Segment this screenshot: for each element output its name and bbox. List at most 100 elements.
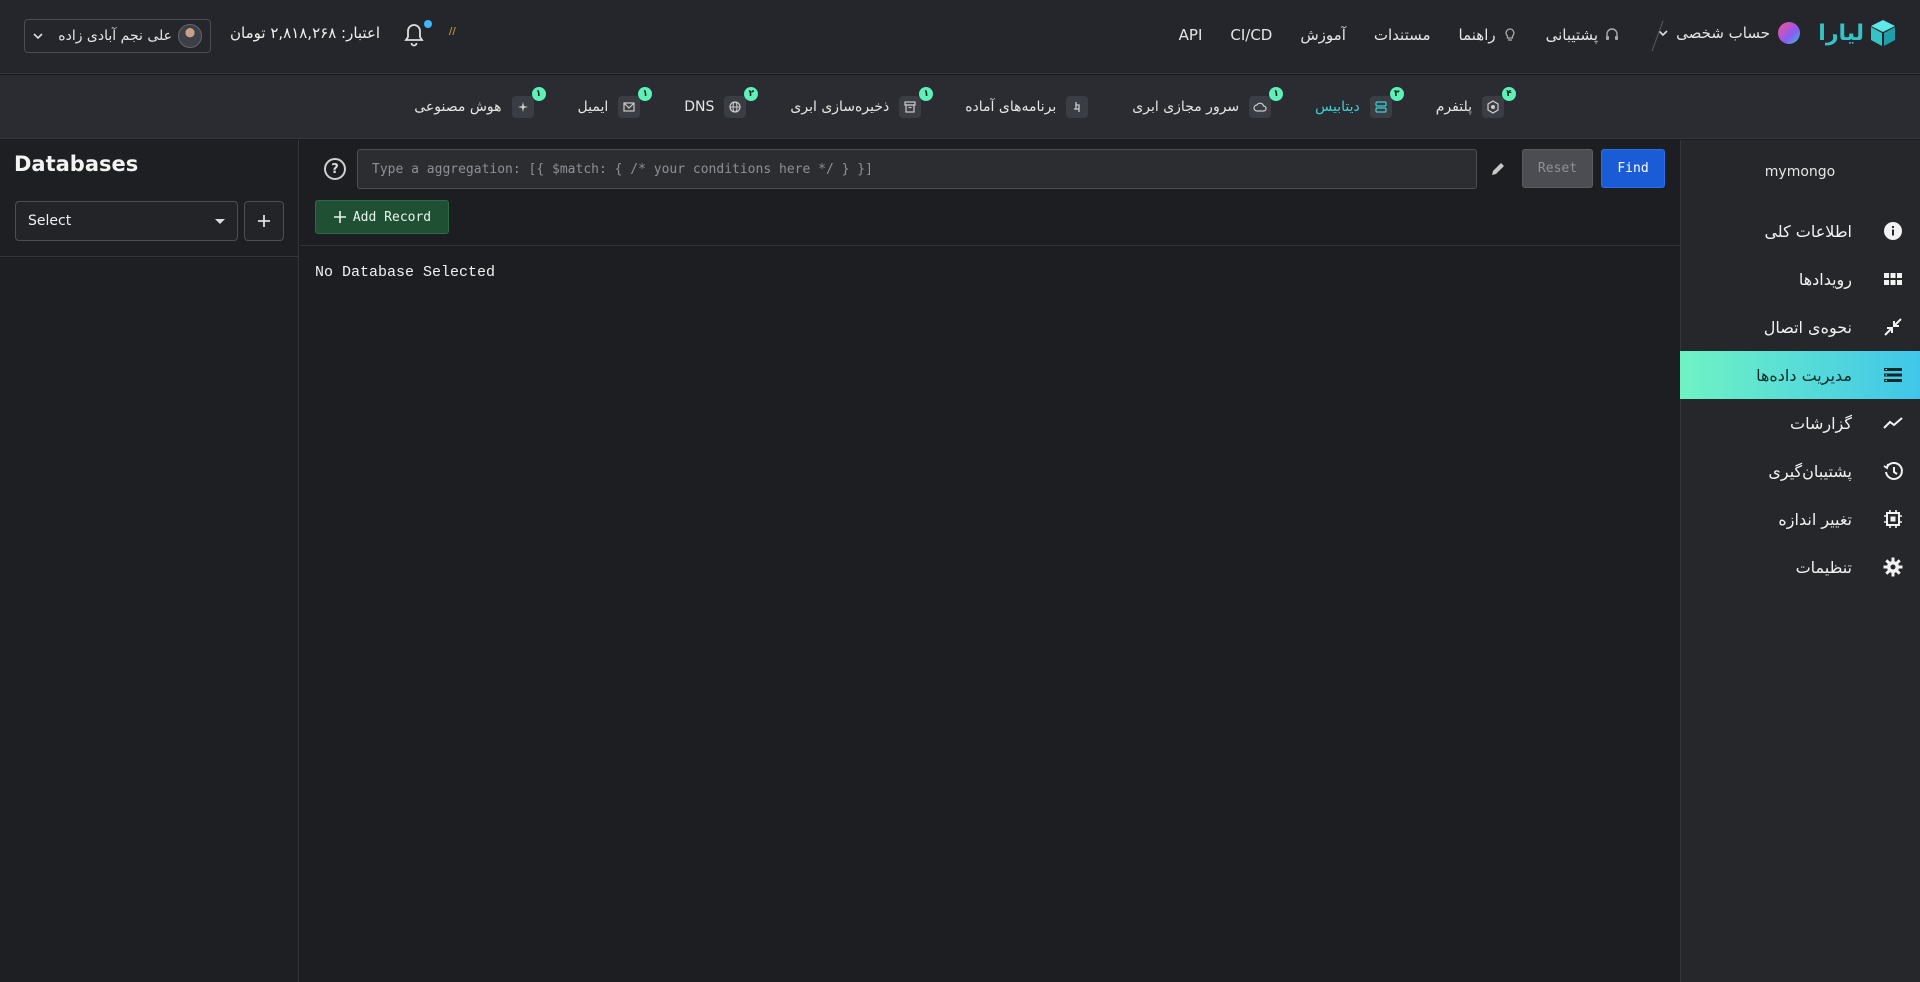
service-platform[interactable]: ۴ پلتفرم	[1435, 87, 1516, 118]
info-icon	[1884, 222, 1902, 240]
service-badge: ۱	[919, 87, 934, 101]
nav-guide[interactable]: راهنما	[1459, 26, 1518, 44]
databases-panel: Databases Select	[0, 140, 299, 982]
service-label: ذخیره‌سازی ابری	[790, 99, 890, 115]
help-icon[interactable]: ?	[324, 158, 346, 180]
sidebar-item-overview[interactable]: اطلاعات کلی	[1680, 207, 1920, 255]
globe-icon	[729, 101, 742, 113]
bell-icon[interactable]	[402, 22, 426, 48]
nav-api[interactable]: API	[1179, 26, 1203, 44]
nav-docs-label: مستندات	[1373, 26, 1431, 44]
sidebar-menu: اطلاعات کلی رویدادها نحوه‌ی اتصال مدیریت…	[1680, 207, 1920, 591]
database-select-value: Select	[28, 213, 72, 229]
sidebar-item-label: رویدادها	[1798, 269, 1852, 289]
sidebar-item-label: نحوه‌ی اتصال	[1763, 317, 1852, 337]
platform-icon-wrap: ۴	[1482, 87, 1516, 118]
divider	[300, 245, 1680, 246]
service-label: برنامه‌های آماده	[965, 99, 1057, 115]
account-label: حساب شخصی	[1676, 24, 1770, 42]
nav-cicd-label: CI/CD	[1230, 26, 1273, 44]
service-name: mymongo	[1764, 164, 1836, 180]
user-name: علی نجم آبادی زاده	[58, 28, 172, 44]
collapse-arrows-icon	[1884, 318, 1902, 336]
service-ai[interactable]: ۱ هوش مصنوعی	[414, 87, 546, 118]
sidebar-item-reports[interactable]: گزارشات	[1680, 399, 1920, 447]
sidebar-item-connection[interactable]: نحوه‌ی اتصال	[1680, 303, 1920, 351]
credit-balance[interactable]: اعتبار: ۲,۸۱۸,۲۶۸ تومان	[230, 24, 380, 42]
user-menu[interactable]: علی نجم آبادی زاده	[24, 19, 211, 53]
theme-toggle-icon[interactable]: //	[449, 26, 456, 37]
service-label: سرور مجازی ابری	[1132, 99, 1240, 115]
reset-button[interactable]: Reset	[1522, 149, 1593, 188]
brand-logo[interactable]: لیارا	[1818, 18, 1898, 48]
add-database-button[interactable]	[244, 201, 284, 241]
service-email[interactable]: ۱ ایمیل	[577, 87, 653, 118]
cube-logo-icon	[1871, 20, 1895, 46]
storage-list-icon	[1884, 368, 1902, 382]
service-label: DNS	[684, 99, 715, 115]
sparkle-icon-wrap: ۱	[511, 87, 546, 118]
sidebar-item-backup[interactable]: پشتیبان‌گیری	[1680, 447, 1920, 495]
app-icon-wrap	[1066, 96, 1089, 118]
service-apps[interactable]: برنامه‌های آماده	[965, 96, 1089, 118]
chip-icon	[1884, 510, 1902, 528]
cloud-icon	[1253, 102, 1267, 112]
history-icon	[1883, 462, 1903, 480]
top-bar: لیارا حساب شخصی پشتیبانی راهنما مستندات …	[0, 0, 1920, 74]
service-cloud-server[interactable]: ۱ سرور مجازی ابری	[1132, 87, 1284, 118]
platform-icon	[1487, 100, 1499, 114]
nav-docs[interactable]: مستندات	[1374, 26, 1431, 44]
service-dns[interactable]: ۲ DNS	[684, 87, 759, 118]
nav-cicd[interactable]: CI/CD	[1230, 26, 1272, 44]
mail-icon	[623, 102, 635, 112]
sidebar-item-label: گزارشات	[1790, 413, 1852, 433]
service-label: پلتفرم	[1435, 99, 1472, 115]
sidebar-item-label: تنظیمات	[1795, 557, 1852, 577]
account-avatar	[1778, 22, 1800, 44]
database-select[interactable]: Select	[15, 201, 238, 241]
service-badge: ۲	[744, 87, 759, 101]
headset-icon	[1606, 28, 1618, 40]
sidebar-item-resize[interactable]: تغییر اندازه	[1680, 495, 1920, 543]
sidebar-item-data-management[interactable]: مدیریت داده‌ها	[1680, 351, 1920, 399]
databases-title: Databases	[14, 152, 139, 176]
avatar	[178, 24, 202, 48]
add-record-button[interactable]: Add Record	[315, 200, 449, 234]
chevron-down-icon	[33, 33, 43, 40]
sidebar-item-settings[interactable]: تنظیمات	[1680, 543, 1920, 591]
service-label: دیتابیس	[1315, 99, 1360, 115]
service-database[interactable]: ۳ دیتابیس	[1315, 87, 1404, 118]
sidebar-item-events[interactable]: رویدادها	[1680, 255, 1920, 303]
plus-icon	[333, 211, 346, 223]
sidebar-item-label: مدیریت داده‌ها	[1756, 365, 1852, 385]
service-badge: ۳	[1389, 87, 1404, 101]
service-sidebar: mymongo اطلاعات کلی رویدادها نحوه‌ی اتصا…	[1680, 140, 1920, 982]
service-badge: ۴	[1502, 87, 1516, 101]
account-switcher[interactable]: حساب شخصی	[1658, 22, 1800, 44]
globe-icon-wrap: ۲	[724, 87, 759, 118]
nav-learn[interactable]: آموزش	[1300, 26, 1346, 44]
empty-state-message: No Database Selected	[315, 264, 496, 281]
find-button[interactable]: Find	[1601, 149, 1665, 188]
archive-icon-wrap: ۱	[899, 87, 934, 118]
service-label: ایمیل	[577, 99, 609, 115]
database-icon-wrap: ۳	[1369, 87, 1404, 118]
trend-icon	[1883, 417, 1903, 429]
nav-learn-label: آموزش	[1300, 26, 1346, 44]
app-icon	[1074, 102, 1080, 112]
notification-dot	[424, 20, 432, 28]
sidebar-item-label: اطلاعات کلی	[1764, 221, 1852, 241]
sidebar-item-label: پشتیبان‌گیری	[1768, 461, 1852, 481]
services-bar: ۴ پلتفرم ۳ دیتابیس ۱ سرور مجازی ابری برن…	[0, 75, 1920, 139]
aggregation-input[interactable]	[357, 149, 1477, 189]
pencil-icon[interactable]	[1488, 159, 1508, 179]
nav-support-label: پشتیبانی	[1545, 26, 1598, 44]
service-storage[interactable]: ۱ ذخیره‌سازی ابری	[790, 87, 934, 118]
main-content: ? Reset Find Add Record No Database Sele…	[300, 140, 1680, 982]
grid-icon	[1884, 273, 1902, 285]
nav-support[interactable]: پشتیبانی	[1546, 26, 1620, 44]
archive-icon	[904, 101, 916, 113]
mail-icon-wrap: ۱	[618, 87, 653, 118]
top-navigation: پشتیبانی راهنما مستندات آموزش CI/CD API	[1179, 0, 1620, 70]
sidebar-item-label: تغییر اندازه	[1778, 509, 1852, 529]
